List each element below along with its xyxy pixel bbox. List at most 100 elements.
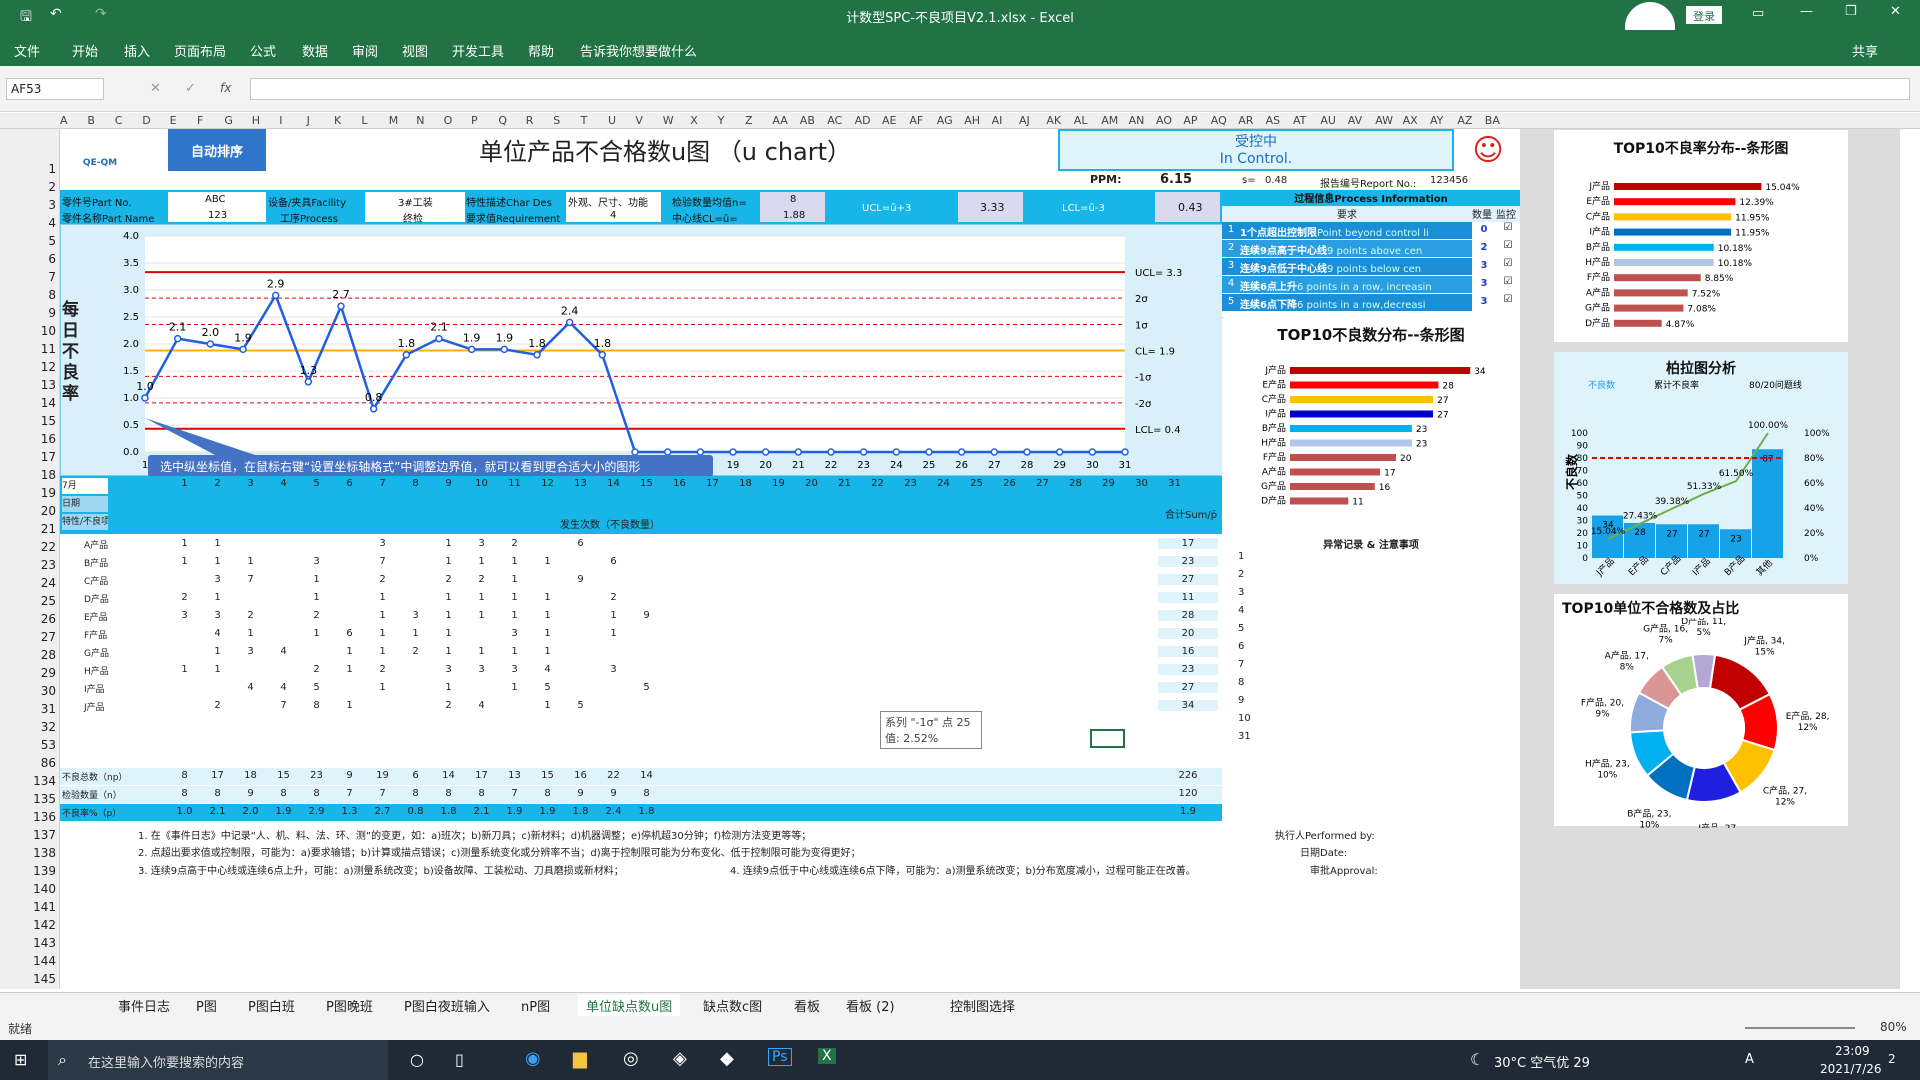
column-header-N[interactable]: N [416, 114, 424, 127]
item-cell[interactable]: 1 [366, 682, 399, 693]
item-cell[interactable]: 3 [465, 538, 498, 549]
item-cell[interactable]: 1 [498, 610, 531, 621]
fx-icon[interactable]: fx [220, 81, 231, 95]
column-header-A[interactable]: A [60, 114, 68, 127]
app-icon-2[interactable]: ◈ [673, 1048, 687, 1069]
column-header-AD[interactable]: AD [855, 114, 871, 127]
item-cell[interactable]: 2 [597, 592, 630, 603]
column-header-AU[interactable]: AU [1320, 114, 1336, 127]
column-header-AF[interactable]: AF [909, 114, 923, 127]
share-button[interactable]: 共享 [1852, 41, 1878, 60]
row-header-135[interactable]: 135 [0, 792, 56, 806]
windows-start-icon[interactable]: ⊞ [14, 1050, 27, 1069]
item-cell[interactable]: 3 [399, 610, 432, 621]
item-cell[interactable]: 1 [432, 610, 465, 621]
top10-rate-bars[interactable]: J产品 15.04% E产品 12.39% C产品 11.95% I产品 11.95% B产品 1… [1554, 158, 1848, 338]
row-header-137[interactable]: 137 [0, 828, 56, 842]
close-icon[interactable]: ✕ [1890, 4, 1901, 19]
facility-value[interactable]: 3#工装 [398, 194, 433, 209]
column-header-M[interactable]: M [389, 114, 399, 127]
item-cell[interactable]: 1 [597, 610, 630, 621]
item-cell[interactable]: 1 [498, 574, 531, 585]
row-header-28[interactable]: 28 [0, 648, 56, 662]
sheet-tab[interactable]: P图晚班 [318, 995, 381, 1016]
column-header-T[interactable]: T [581, 114, 588, 127]
part-no[interactable]: ABC [205, 194, 226, 205]
item-cell[interactable]: 1 [168, 556, 201, 567]
row-header-15[interactable]: 15 [0, 414, 56, 428]
item-cell[interactable]: 1 [432, 682, 465, 693]
item-cell[interactable]: 1 [531, 610, 564, 621]
item-cell[interactable]: 1 [531, 592, 564, 603]
row-header-53[interactable]: 53 [0, 738, 56, 752]
item-cell[interactable]: 1 [432, 592, 465, 603]
auto-sort-button[interactable]: 自动排序 [168, 129, 266, 171]
column-header-AZ[interactable]: AZ [1457, 114, 1472, 127]
tab-help[interactable]: 帮助 [528, 41, 554, 60]
zoom-level[interactable]: 80% [1880, 1020, 1907, 1034]
minimize-icon[interactable]: — [1800, 4, 1813, 19]
item-cell[interactable]: 5 [630, 682, 663, 693]
sheet-tab[interactable]: P图白夜班输入 [396, 995, 498, 1016]
item-cell[interactable]: 1 [300, 628, 333, 639]
row-header-23[interactable]: 23 [0, 558, 56, 572]
column-header-V[interactable]: V [635, 114, 643, 127]
column-header-H[interactable]: H [252, 114, 260, 127]
sheet-tab[interactable]: 看板 [786, 995, 828, 1016]
item-cell[interactable]: 2 [234, 610, 267, 621]
column-header-I[interactable]: I [279, 114, 282, 127]
part-name[interactable]: 123 [208, 210, 227, 221]
item-cell[interactable]: 1 [201, 664, 234, 675]
row-header-20[interactable]: 20 [0, 504, 56, 518]
item-cell[interactable]: 1 [201, 556, 234, 567]
cancel-icon[interactable]: ✕ [150, 81, 161, 96]
item-cell[interactable]: 1 [498, 592, 531, 603]
item-cell[interactable]: 3 [465, 664, 498, 675]
item-cell[interactable]: 9 [564, 574, 597, 585]
item-cell[interactable]: 4 [201, 628, 234, 639]
tab-formulas[interactable]: 公式 [250, 41, 276, 60]
row-header-134[interactable]: 134 [0, 774, 56, 788]
column-header-AX[interactable]: AX [1403, 114, 1418, 127]
sheet-tab[interactable]: 看板 (2) [838, 995, 903, 1016]
column-header-J[interactable]: J [307, 114, 310, 127]
proc-rule-checkbox[interactable]: ☑ [1496, 258, 1520, 275]
ribbon-display-icon[interactable]: ▭ [1752, 6, 1764, 21]
column-header-X[interactable]: X [690, 114, 698, 127]
item-cell[interactable]: 3 [300, 556, 333, 567]
tab-view[interactable]: 视图 [402, 41, 428, 60]
row-header-24[interactable]: 24 [0, 576, 56, 590]
item-cell[interactable]: 3 [234, 646, 267, 657]
row-header-13[interactable]: 13 [0, 378, 56, 392]
sheet-tab[interactable]: 控制图选择 [942, 995, 1023, 1016]
column-header-AV[interactable]: AV [1348, 114, 1362, 127]
proc-rule-checkbox[interactable]: ☑ [1496, 294, 1520, 311]
sheet-tab[interactable]: 单位缺点数u图 [578, 995, 681, 1018]
item-cell[interactable]: 6 [564, 538, 597, 549]
item-cell[interactable]: 2 [498, 538, 531, 549]
row-header-2[interactable]: 2 [0, 180, 56, 194]
sheet-tab[interactable]: 事件日志 [110, 995, 178, 1016]
column-header-AT[interactable]: AT [1293, 114, 1306, 127]
row-header-1[interactable]: 1 [0, 162, 56, 176]
column-header-AH[interactable]: AH [964, 114, 980, 127]
column-header-AY[interactable]: AY [1430, 114, 1443, 127]
edge-icon[interactable]: ◉ [525, 1048, 541, 1069]
clock-time[interactable]: 23:09 [1835, 1044, 1870, 1058]
sheet-tab[interactable]: P图 [188, 995, 225, 1016]
item-cell[interactable]: 3 [432, 664, 465, 675]
row-header-139[interactable]: 139 [0, 864, 56, 878]
item-cell[interactable]: 1 [465, 556, 498, 567]
row-header-27[interactable]: 27 [0, 630, 56, 644]
column-header-D[interactable]: D [142, 114, 150, 127]
taskbar-search[interactable]: 在这里输入你要搜索的内容 [48, 1040, 388, 1080]
column-header-E[interactable]: E [170, 114, 177, 127]
column-header-C[interactable]: C [115, 114, 123, 127]
ime-indicator[interactable]: A [1745, 1052, 1754, 1067]
item-cell[interactable]: 1 [201, 646, 234, 657]
item-cell[interactable]: 1 [531, 556, 564, 567]
item-cell[interactable]: 5 [531, 682, 564, 693]
item-cell[interactable]: 1 [168, 538, 201, 549]
item-cell[interactable]: 3 [366, 538, 399, 549]
item-cell[interactable]: 1 [366, 610, 399, 621]
